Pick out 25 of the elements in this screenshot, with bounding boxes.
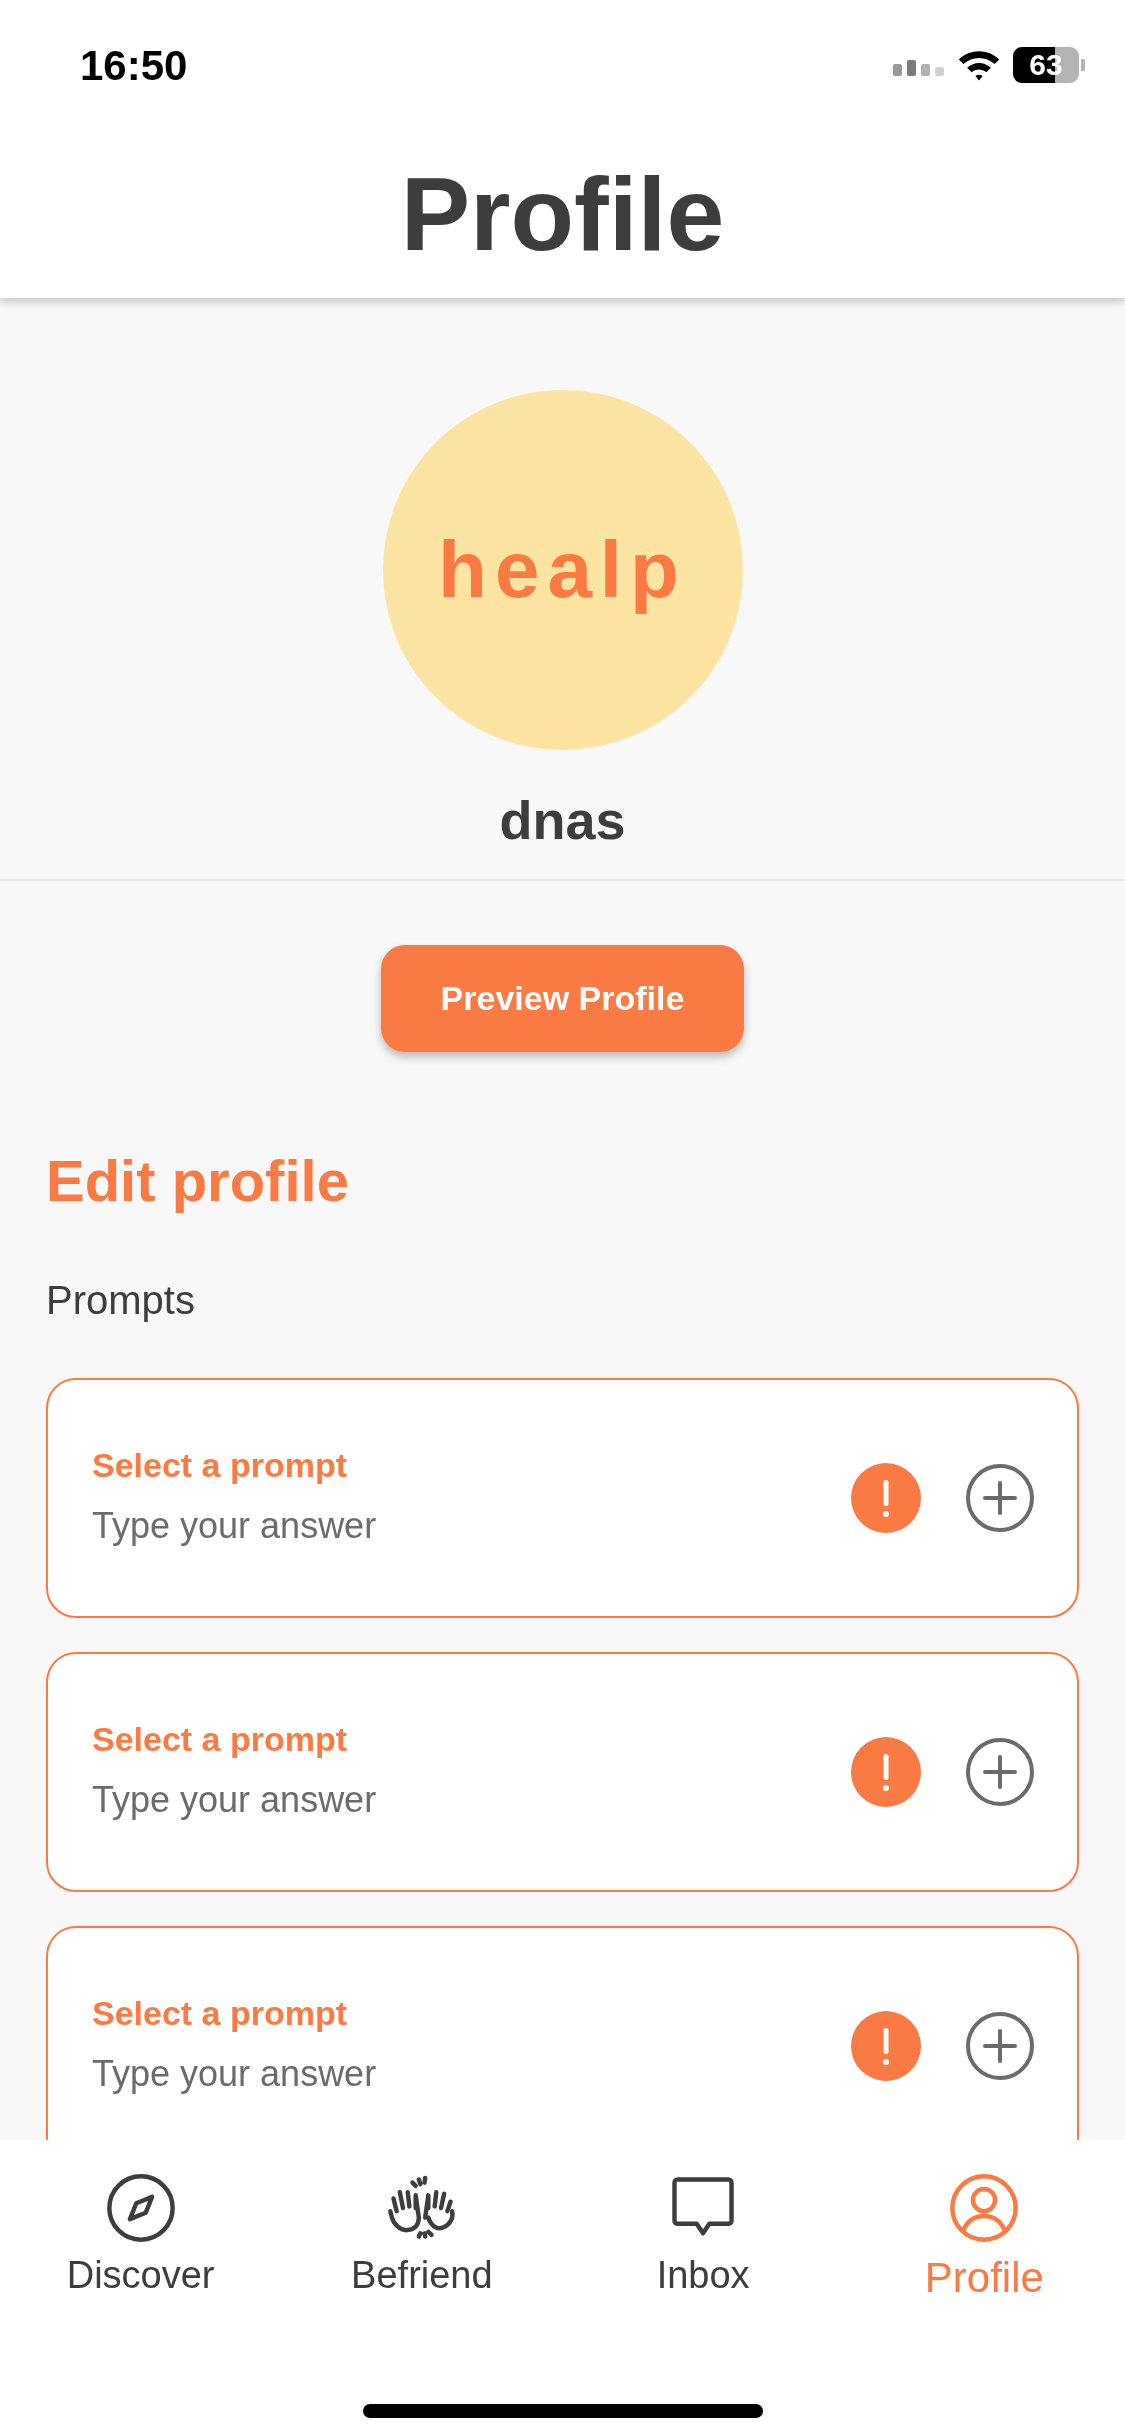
prompts-label: Prompts [46,1280,196,1320]
answer-field[interactable]: Type your answer [92,2052,851,2096]
add-icon[interactable] [965,2011,1035,2081]
preview-profile-button[interactable]: Preview Profile [381,945,744,1052]
answer-field[interactable]: Type your answer [92,1778,851,1822]
status-time: 16:50 [80,40,188,91]
page-title: Profile [400,162,725,266]
warning-icon [851,1463,921,1533]
prompt-title[interactable]: Select a prompt [92,1448,851,1482]
tab-item[interactable]: Befriend [281,2170,563,2305]
prompt-card[interactable]: Select a prompt Type your answer [46,1652,1079,1892]
add-icon[interactable] [965,1463,1035,1533]
answer-field[interactable]: Type your answer [92,1504,851,1548]
tab-item[interactable]: Discover [0,2170,282,2305]
prompt-title[interactable]: Select a prompt [92,1996,851,2030]
warning-icon [851,2011,921,2081]
user-name: dnas [499,789,626,852]
warning-icon [851,1737,921,1807]
prompt-card[interactable]: Select a prompt Type your answer [46,1926,1079,2140]
add-icon[interactable] [965,1737,1035,1807]
prompt-title[interactable]: Select a prompt [92,1722,851,1756]
prompt-card[interactable]: Select a prompt Type your answer [46,1378,1079,1618]
tab-item[interactable]: Profile [843,2170,1125,2305]
tab-item[interactable]: Inbox [562,2170,844,2305]
wifi-icon [957,48,1001,82]
